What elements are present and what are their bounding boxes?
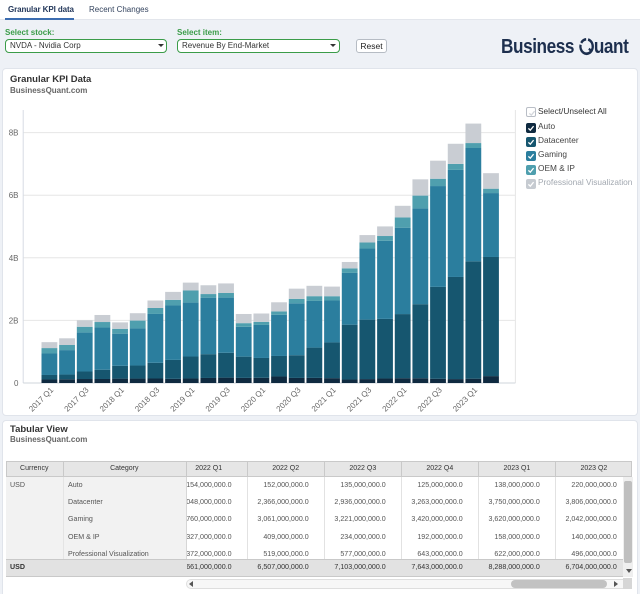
svg-text:0: 0 [14,379,19,388]
svg-text:2B: 2B [9,316,19,325]
svg-text:2023 Q1: 2023 Q1 [451,385,479,413]
svg-text:4B: 4B [9,254,19,263]
svg-text:2021 Q3: 2021 Q3 [345,385,373,413]
svg-text:2019 Q3: 2019 Q3 [204,385,232,413]
svg-text:6B: 6B [9,191,19,200]
svg-text:2020 Q1: 2020 Q1 [239,385,267,413]
svg-text:2021 Q1: 2021 Q1 [310,385,338,413]
svg-text:2018 Q3: 2018 Q3 [133,385,161,413]
svg-text:2018 Q1: 2018 Q1 [98,385,126,413]
svg-text:2022 Q1: 2022 Q1 [380,385,408,413]
svg-text:2017 Q1: 2017 Q1 [27,385,55,413]
svg-text:2017 Q3: 2017 Q3 [62,385,90,413]
svg-text:2022 Q3: 2022 Q3 [416,385,444,413]
svg-text:2019 Q1: 2019 Q1 [168,385,196,413]
svg-text:2020 Q3: 2020 Q3 [274,385,302,413]
svg-text:8B: 8B [9,129,19,138]
